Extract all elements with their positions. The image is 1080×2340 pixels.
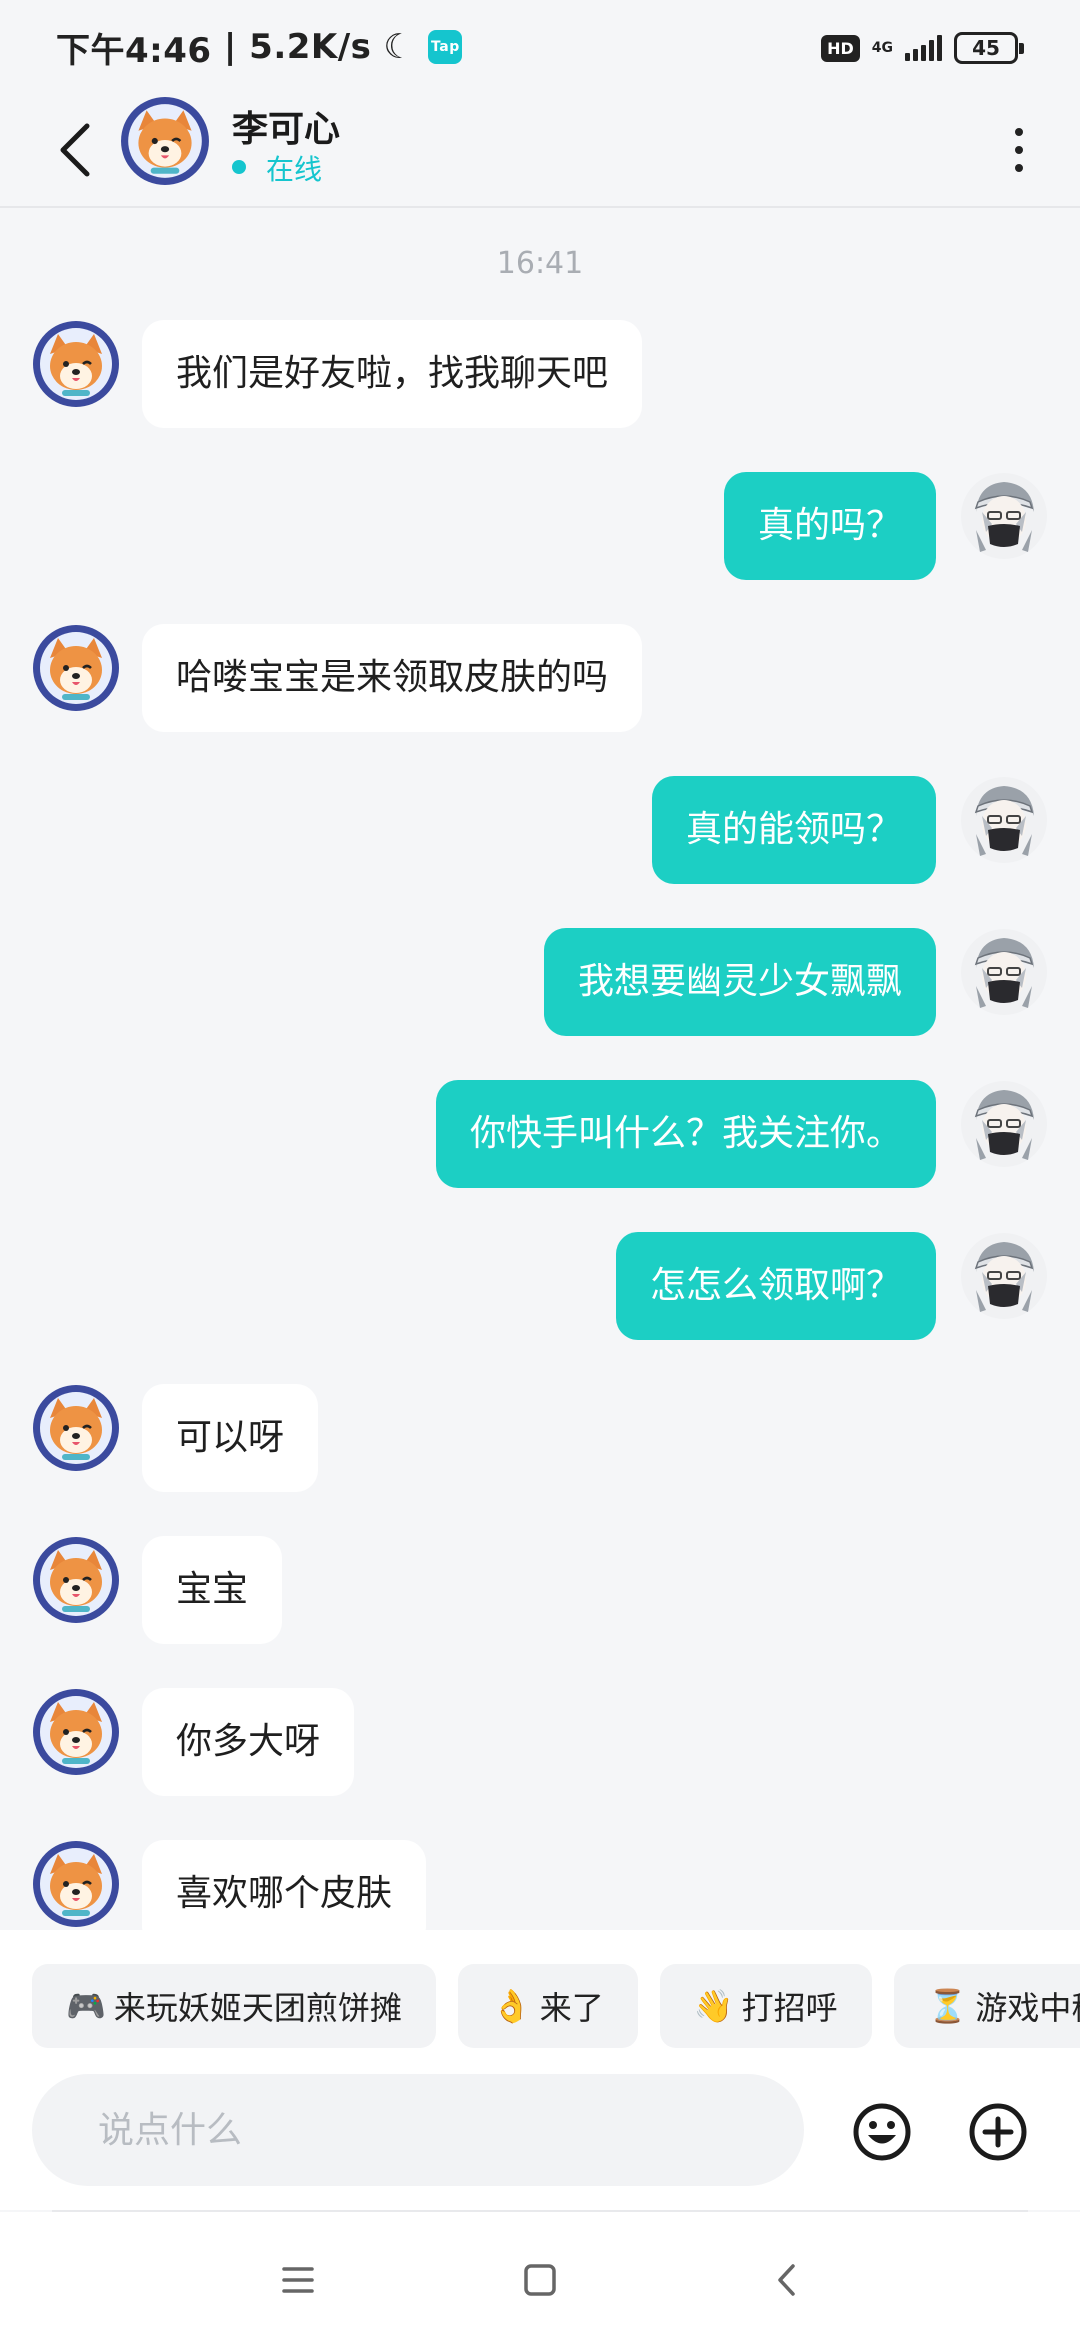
- dot: [1015, 164, 1023, 172]
- incoming-message: 喜欢哪个皮肤: [0, 1840, 1080, 1930]
- square-icon: [524, 2264, 556, 2296]
- quick-reply-emoji-icon: 👋: [693, 1987, 734, 2025]
- emoji-icon[interactable]: [852, 2102, 912, 2162]
- incoming-message: 你多大呀: [0, 1688, 1080, 1798]
- back-button[interactable]: [40, 110, 110, 190]
- chat-message-list[interactable]: 16:41 我们是好友啦，找我聊天吧 真的吗？ 哈喽宝宝是来领取皮肤的吗 真的能…: [0, 210, 1080, 1930]
- incoming-message: 可以呀: [0, 1384, 1080, 1494]
- system-nav-bar: [0, 2212, 1080, 2340]
- status-separator: |: [211, 27, 250, 67]
- moon-icon: ☾: [383, 27, 415, 67]
- recent-apps-button[interactable]: [268, 2250, 328, 2310]
- online-status-dot: [232, 160, 246, 174]
- chat-header: 李可心 在线: [0, 92, 1080, 208]
- contact-avatar[interactable]: [32, 1384, 120, 1472]
- status-bar: 下午4:46 | 5.2K/s ☾ Tap HD 4G 45: [0, 0, 1080, 92]
- composer: [0, 2050, 1080, 2210]
- more-options-button[interactable]: [994, 112, 1044, 188]
- contact-avatar[interactable]: [120, 96, 210, 186]
- quick-reply-emoji-icon: 🎮: [66, 1987, 106, 2025]
- incoming-message: 我们是好友啦，找我聊天吧: [0, 320, 1080, 430]
- quick-reply-label: 游戏中稍: [975, 1989, 1080, 2027]
- quick-reply-bar[interactable]: 🎮来玩妖姬天团煎饼摊👌来了👋打招呼⏳游戏中稍: [0, 1930, 1080, 2050]
- my-avatar[interactable]: [960, 928, 1048, 1016]
- dot: [1015, 128, 1023, 136]
- contact-avatar[interactable]: [32, 1840, 120, 1928]
- incoming-message: 宝宝: [0, 1536, 1080, 1646]
- status-speed: 5.2K/s: [249, 27, 372, 67]
- contact-avatar[interactable]: [32, 1688, 120, 1776]
- menu-icon: [282, 2267, 314, 2293]
- network-type: 4G: [871, 40, 893, 56]
- message-bubble[interactable]: 哈喽宝宝是来领取皮肤的吗: [142, 624, 643, 732]
- status-time: 下午4:46: [56, 30, 212, 71]
- message-bubble[interactable]: 可以呀: [142, 1384, 319, 1492]
- contact-name[interactable]: 李可心: [232, 100, 340, 152]
- battery-level: 45: [972, 36, 1000, 60]
- message-bubble[interactable]: 宝宝: [142, 1536, 283, 1644]
- message-bubble[interactable]: 你多大呀: [142, 1688, 355, 1796]
- message-bubble[interactable]: 喜欢哪个皮肤: [142, 1840, 427, 1930]
- contact-avatar[interactable]: [32, 320, 120, 408]
- tap-app-icon: Tap: [428, 30, 463, 64]
- outgoing-message: 我想要幽灵少女飘飘: [0, 928, 1080, 1038]
- quick-reply-label: 打招呼: [741, 1989, 838, 2027]
- chevron-left-icon: [60, 123, 90, 177]
- network-indicator: 4G: [872, 41, 893, 55]
- quick-reply-chip[interactable]: 🎮 来玩妖姬天团煎饼摊: [32, 1964, 436, 2048]
- home-button[interactable]: [510, 2250, 570, 2310]
- message-bubble[interactable]: 怎怎么领取啊？: [615, 1232, 936, 1340]
- quick-reply-label: 来玩妖姬天团煎饼摊: [113, 1989, 402, 2027]
- message-input[interactable]: [32, 2074, 804, 2186]
- message-bubble[interactable]: 我们是好友啦，找我聊天吧: [142, 320, 643, 428]
- status-right: HD 4G 45: [821, 26, 1024, 70]
- quick-reply-chip[interactable]: 👋 打招呼: [659, 1964, 872, 2048]
- outgoing-message: 怎怎么领取啊？: [0, 1232, 1080, 1342]
- chevron-left-icon: [778, 2264, 795, 2296]
- quick-reply-emoji-icon: 👌: [491, 1987, 532, 2025]
- incoming-message: 哈喽宝宝是来领取皮肤的吗: [0, 624, 1080, 734]
- system-back-button[interactable]: [756, 2250, 816, 2310]
- contact-avatar[interactable]: [32, 624, 120, 712]
- signal-icon: [905, 35, 942, 61]
- contact-avatar[interactable]: [32, 1536, 120, 1624]
- message-bubble[interactable]: 你快手叫什么？我关注你。: [435, 1080, 936, 1188]
- plus-icon[interactable]: [968, 2102, 1028, 2162]
- quick-reply-chip[interactable]: ⏳游戏中稍: [893, 1964, 1080, 2048]
- outgoing-message: 真的吗？: [0, 472, 1080, 582]
- quick-reply-emoji-icon: ⏳: [927, 1987, 968, 2025]
- my-avatar[interactable]: [960, 1080, 1048, 1168]
- my-avatar[interactable]: [960, 1232, 1048, 1320]
- quick-reply-chips: 🎮来玩妖姬天团煎饼摊👌来了👋打招呼⏳游戏中稍: [32, 1964, 1080, 2048]
- my-avatar[interactable]: [960, 472, 1048, 560]
- outgoing-message: 你快手叫什么？我关注你。: [0, 1080, 1080, 1190]
- online-status-text: 在线: [266, 153, 323, 186]
- battery-icon: 45: [954, 32, 1024, 64]
- message-timestamp: 16:41: [496, 246, 584, 281]
- quick-reply-chip[interactable]: 👌 来了: [457, 1964, 638, 2048]
- message-bubble[interactable]: 我想要幽灵少女飘飘: [543, 928, 936, 1036]
- message-bubble[interactable]: 真的能领吗？: [651, 776, 936, 884]
- status-left: 下午4:46 | 5.2K/s ☾ Tap: [56, 24, 463, 71]
- quick-reply-label: 来了: [539, 1989, 604, 2027]
- dot: [1015, 146, 1023, 154]
- outgoing-message: 真的能领吗？: [0, 776, 1080, 886]
- hd-badge: HD: [821, 34, 860, 62]
- message-bubble[interactable]: 真的吗？: [723, 472, 936, 580]
- my-avatar[interactable]: [960, 776, 1048, 864]
